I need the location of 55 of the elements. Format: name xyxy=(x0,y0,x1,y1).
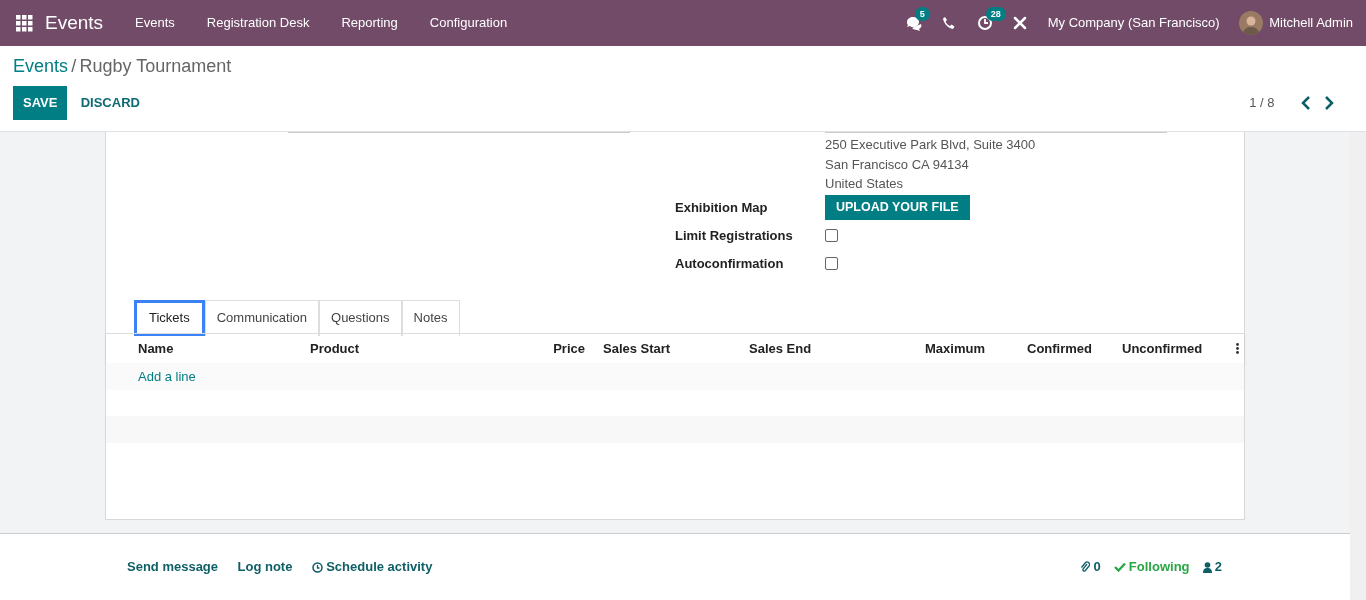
menu-item[interactable]: Reporting xyxy=(325,13,414,33)
tab[interactable]: Questions xyxy=(319,300,402,336)
upload-button[interactable]: UPLOAD YOUR FILE xyxy=(825,195,970,220)
user-icon xyxy=(1202,561,1212,573)
notification-badge: 28 xyxy=(985,7,1006,21)
chevron-left-icon[interactable] xyxy=(1300,95,1311,110)
menu-item[interactable]: Configuration xyxy=(413,13,524,33)
checkbox[interactable] xyxy=(825,229,838,242)
followers-button[interactable]: 2 xyxy=(1202,557,1222,577)
tab[interactable]: Notes xyxy=(401,300,460,336)
add-line-link[interactable]: Add a line xyxy=(138,366,196,386)
notification-badge: 5 xyxy=(914,7,930,21)
column-header[interactable]: Sales End xyxy=(749,338,925,359)
scrollbar[interactable] xyxy=(1350,132,1366,600)
tab[interactable]: Communication xyxy=(204,300,320,336)
column-header[interactable]: Unconfirmed xyxy=(1122,338,1230,359)
save-button[interactable]: SAVE xyxy=(13,86,68,120)
apps-menu-icon[interactable] xyxy=(16,14,33,32)
avatar-icon[interactable] xyxy=(1239,11,1264,35)
user-name[interactable]: Mitchell Admin xyxy=(1269,13,1353,33)
tab[interactable]: Tickets xyxy=(134,300,205,336)
menu-item[interactable]: Events xyxy=(119,13,191,33)
paperclip-icon xyxy=(1080,561,1091,573)
discard-button[interactable]: DISCARD xyxy=(70,86,150,120)
address-line: San Francisco CA 94134 xyxy=(825,155,970,174)
app-title[interactable]: Events xyxy=(45,8,104,38)
column-header[interactable]: Product xyxy=(310,338,520,359)
column-header[interactable]: Name xyxy=(138,338,310,359)
column-header[interactable]: Sales Start xyxy=(603,338,749,359)
column-header[interactable]: Price xyxy=(520,338,585,359)
schedule-activity-button[interactable]: Schedule activity xyxy=(311,557,433,577)
field-label: Autoconfirmation xyxy=(675,254,785,273)
check-icon xyxy=(1113,562,1126,572)
clock-icon[interactable] xyxy=(976,15,993,31)
company-switcher[interactable]: My Company (San Francisco) xyxy=(1047,13,1220,33)
column-header[interactable]: Confirmed xyxy=(1027,338,1122,359)
field-label: Limit Registrations xyxy=(675,226,794,245)
address-line: United States xyxy=(825,175,905,193)
pager-count: 1 / 8 xyxy=(1249,94,1275,112)
breadcrumb-current: Rugby Tournament xyxy=(79,54,232,78)
address-line: 250 Executive Park Blvd, Suite 3400 xyxy=(825,136,1036,154)
chat-icon[interactable] xyxy=(905,15,922,31)
log-note-button[interactable]: Log note xyxy=(237,557,293,577)
chevron-right-icon[interactable] xyxy=(1323,95,1334,110)
kebab-menu-icon[interactable] xyxy=(1236,343,1239,354)
field-label: Exhibition Map xyxy=(675,198,769,217)
clock-icon xyxy=(311,561,323,573)
breadcrumb-separator: / xyxy=(71,54,77,78)
phone-icon[interactable] xyxy=(941,15,958,31)
column-header[interactable]: Maximum xyxy=(925,338,1027,359)
send-message-button[interactable]: Send message xyxy=(127,557,219,577)
checkbox[interactable] xyxy=(825,257,838,270)
breadcrumb-link[interactable]: Events xyxy=(13,52,69,80)
attachments-button[interactable]: 0 xyxy=(1080,557,1101,577)
menu-item[interactable]: Registration Desk xyxy=(190,13,326,33)
